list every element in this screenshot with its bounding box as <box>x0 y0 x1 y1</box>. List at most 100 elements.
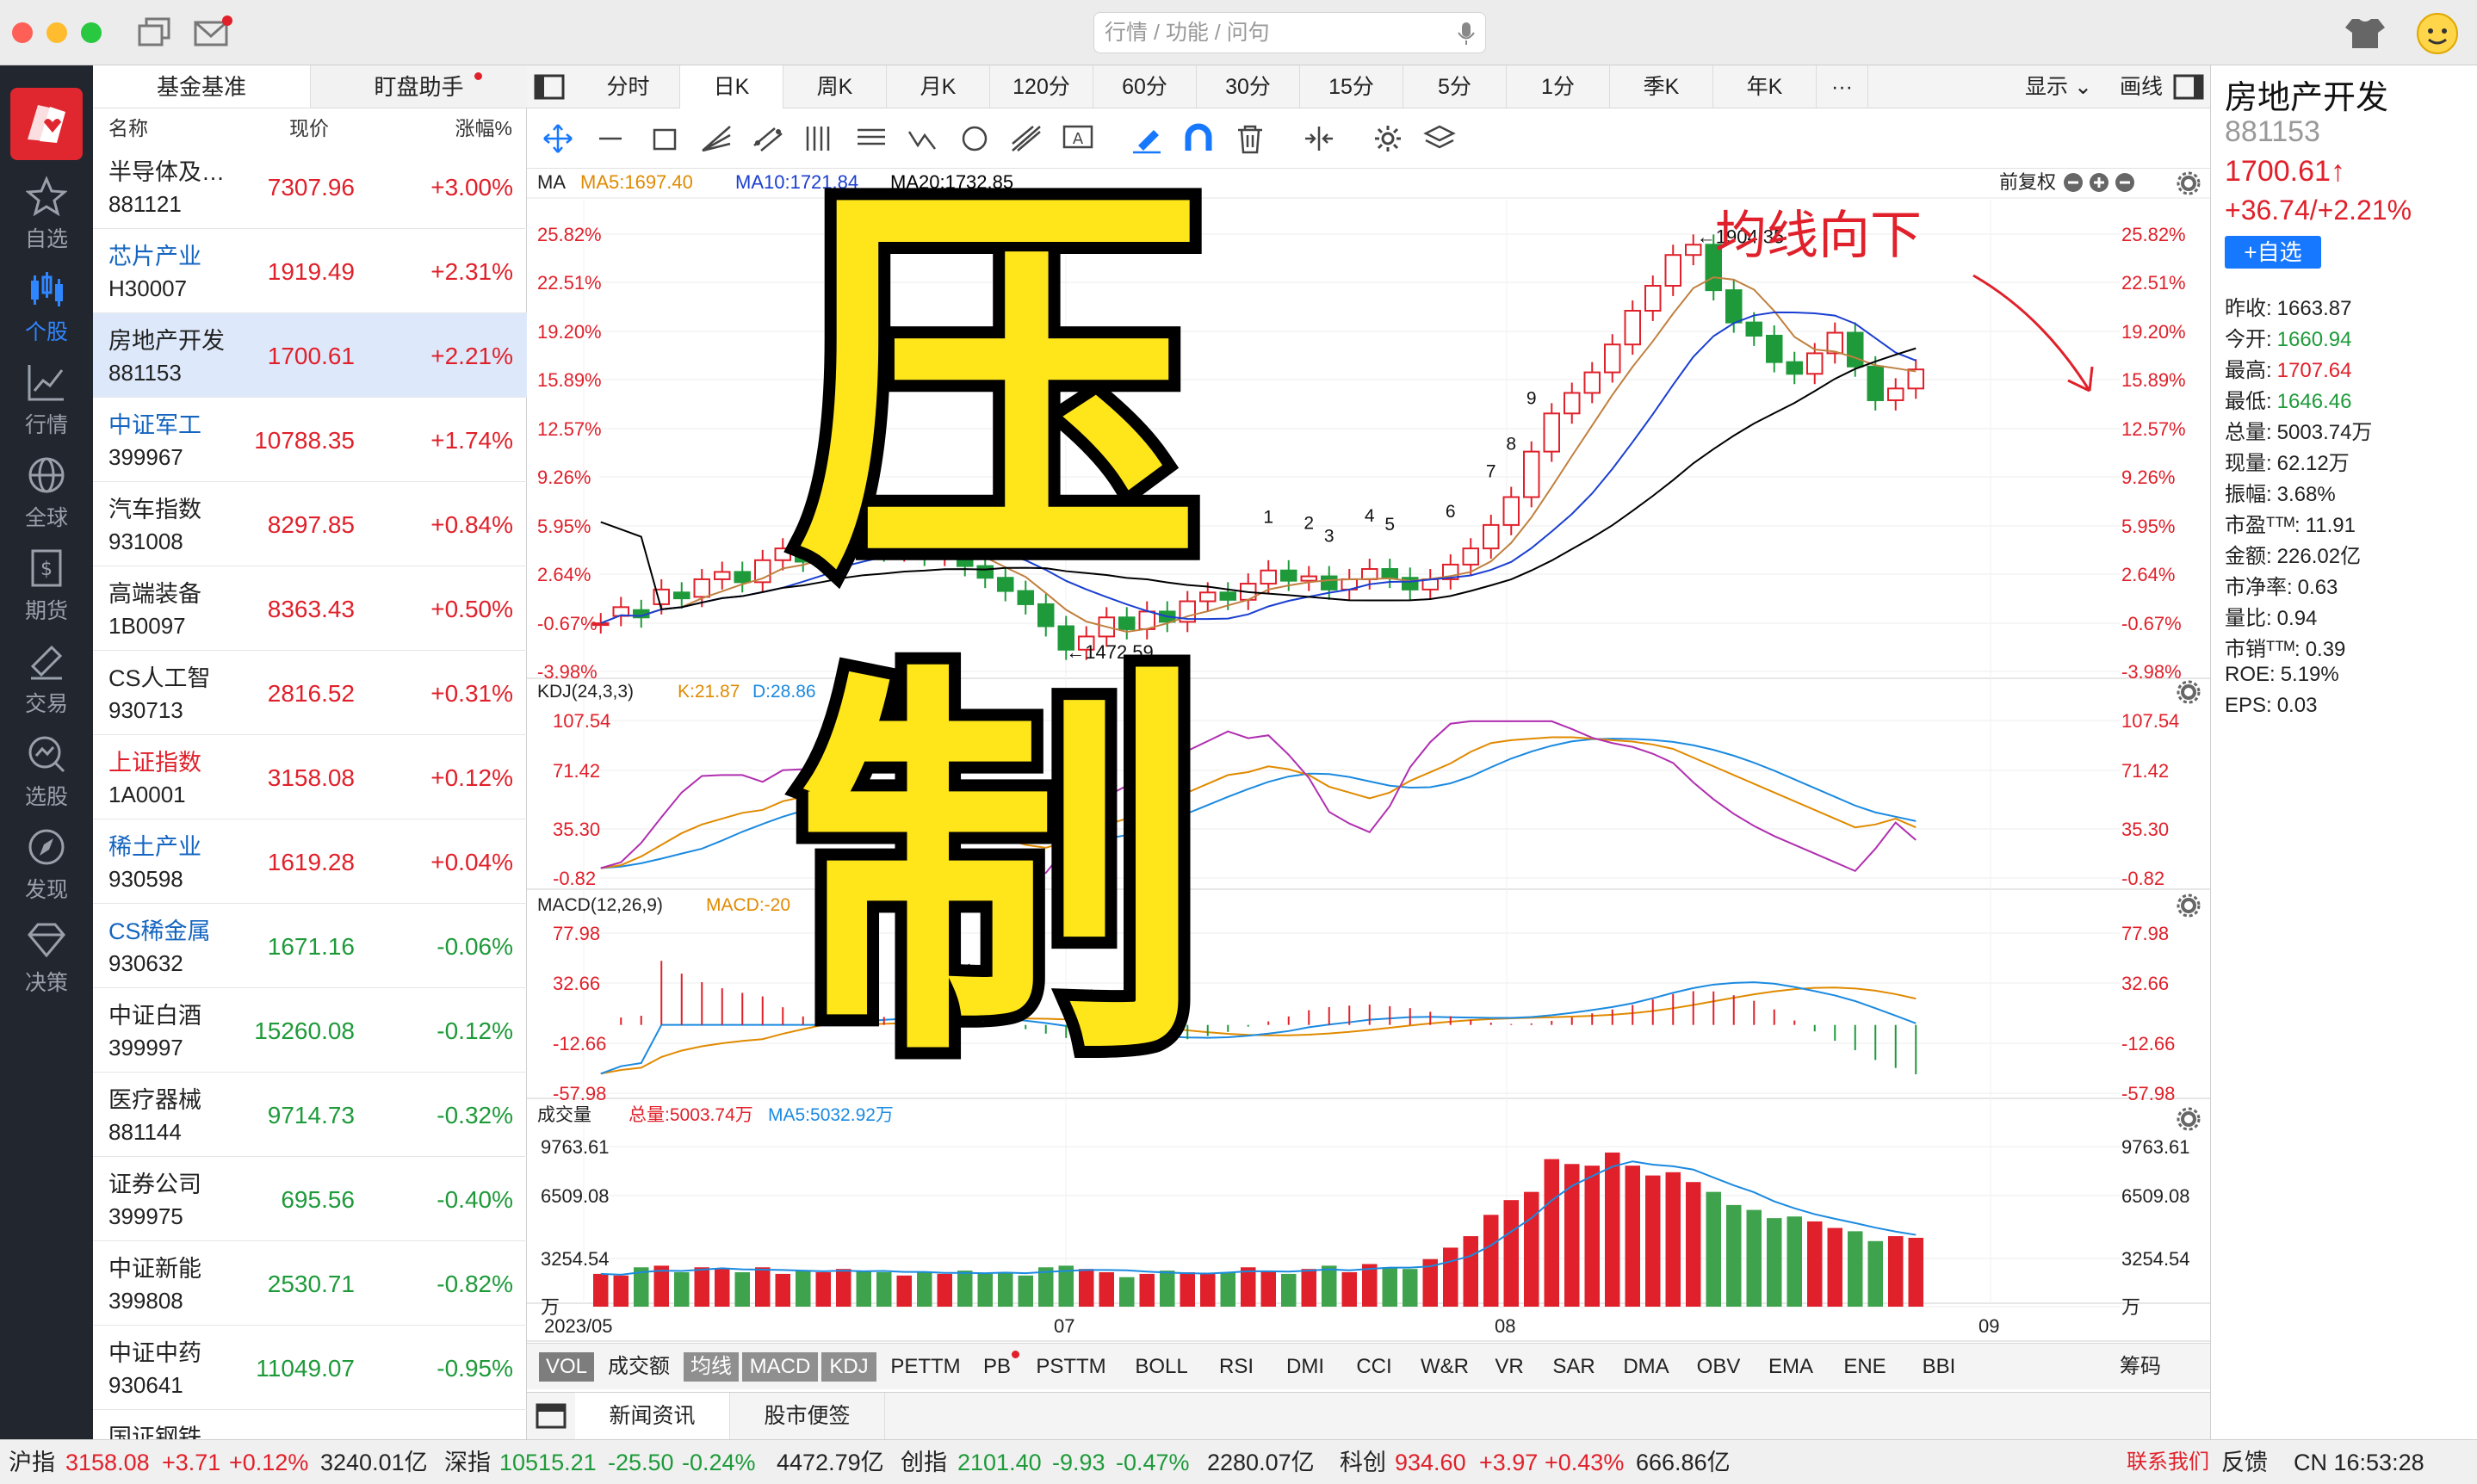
tab-news[interactable]: 新闻资讯 <box>575 1393 730 1439</box>
multi-window-icon[interactable] <box>138 17 172 48</box>
display-menu[interactable]: 显示 ⌄ <box>2025 65 2092 108</box>
bottom-panel-toggle-icon[interactable] <box>536 1403 567 1429</box>
period-tab[interactable]: ··· <box>1817 65 1868 108</box>
column-header-price[interactable]: 现价 <box>289 112 329 145</box>
draw-line-button[interactable]: 画线 <box>2120 65 2163 108</box>
mail-icon[interactable] <box>193 15 232 50</box>
indicator-tab[interactable]: DMI <box>1273 1352 1338 1382</box>
sh-index-label[interactable]: 沪指 <box>9 1440 55 1484</box>
indicator-tab[interactable]: 均线 <box>684 1352 739 1382</box>
sz-index-label[interactable]: 深指 <box>444 1440 491 1484</box>
minimize-window-button[interactable] <box>46 22 67 43</box>
watchlist-row[interactable]: 高端装备 1B0097 8363.43 +0.50% <box>93 566 527 651</box>
fan-tool-icon[interactable] <box>699 123 734 154</box>
period-tab[interactable]: 周K <box>783 65 887 108</box>
tab-notes[interactable]: 股市便签 <box>730 1393 885 1439</box>
period-tab[interactable]: 1分 <box>1507 65 1610 108</box>
skin-icon[interactable] <box>2344 15 2387 50</box>
circle-tool-icon[interactable] <box>957 123 992 154</box>
indicator-tab[interactable]: BBI <box>1904 1352 1973 1382</box>
microphone-icon[interactable] <box>1458 22 1475 46</box>
indicator-tab[interactable]: ENE <box>1829 1352 1901 1382</box>
tab-fund-benchmark[interactable]: 基金基准 <box>93 65 310 108</box>
watchlist-row[interactable]: 中证中药 930641 11049.07 -0.95% <box>93 1326 527 1410</box>
indicator-tab[interactable]: RSI <box>1204 1352 1269 1382</box>
column-header-name[interactable]: 名称 <box>108 112 148 145</box>
period-tab[interactable]: 60分 <box>1093 65 1197 108</box>
indicator-tab[interactable]: 成交额 <box>598 1352 680 1382</box>
watchlist-row[interactable]: CS稀金属 930632 1671.16 -0.06% <box>93 904 527 988</box>
cy-index-label[interactable]: 创指 <box>901 1440 947 1484</box>
period-tab[interactable]: 分时 <box>577 65 680 108</box>
indicator-tab[interactable]: OBV <box>1684 1352 1753 1382</box>
nav-global[interactable]: 全球 <box>0 454 93 532</box>
indicator-tab[interactable]: SAR <box>1539 1352 1608 1382</box>
move-icon[interactable] <box>541 123 575 154</box>
indicator-tab[interactable]: BOLL <box>1123 1352 1200 1382</box>
kc-index-label[interactable]: 科创 <box>1340 1440 1386 1484</box>
nav-decision[interactable]: 决策 <box>0 919 93 997</box>
period-tab[interactable]: 15分 <box>1300 65 1403 108</box>
nav-watchlist[interactable]: 自选 <box>0 176 93 253</box>
feedback-button[interactable]: 反馈 <box>2221 1440 2268 1484</box>
highlight-pen-icon[interactable] <box>1130 123 1164 154</box>
indicator-tab[interactable]: KDJ <box>821 1352 876 1382</box>
magnet-icon[interactable] <box>1181 123 1216 154</box>
watchlist-row[interactable]: 汽车指数 931008 8297.85 +0.84% <box>93 482 527 566</box>
tab-watch-assistant[interactable]: 盯盘助手 <box>310 65 527 108</box>
period-tab[interactable]: 月K <box>887 65 990 108</box>
indicator-tab[interactable]: CCI <box>1341 1352 1407 1382</box>
indicator-tab[interactable]: W&R <box>1410 1352 1479 1382</box>
zoom-in-icon[interactable] <box>2090 173 2109 192</box>
indicator-tab[interactable]: VR <box>1483 1352 1536 1382</box>
nav-market[interactable]: 行情 <box>0 362 93 439</box>
indicator-tab[interactable]: DMA <box>1612 1352 1681 1382</box>
indicator-tab[interactable]: VOL <box>539 1352 594 1382</box>
nav-stock-pick[interactable]: 选股 <box>0 733 93 811</box>
text-tool-icon[interactable]: A <box>1061 123 1095 154</box>
maximize-window-button[interactable] <box>81 22 102 43</box>
indicator-tab[interactable]: PSTTM <box>1023 1352 1119 1382</box>
watchlist-row[interactable]: 中证白酒 399997 15260.08 -0.12% <box>93 988 527 1073</box>
zoom-out-icon[interactable] <box>2064 173 2083 192</box>
watchlist-row[interactable]: 上证指数 1A0001 3158.08 +0.12% <box>93 735 527 819</box>
panel-settings-icon[interactable] <box>2177 1107 2201 1131</box>
close-panel-icon[interactable] <box>2115 173 2134 192</box>
close-window-button[interactable] <box>12 22 33 43</box>
right-panel-toggle-icon[interactable] <box>2173 74 2204 100</box>
period-tab[interactable]: 日K <box>680 65 783 108</box>
layers-icon[interactable] <box>1422 123 1457 154</box>
fib-tool-icon[interactable] <box>854 123 889 154</box>
watchlist-row[interactable]: 芯片产业 H30007 1919.49 +2.31% <box>93 229 527 313</box>
indicator-tab[interactable]: EMA <box>1756 1352 1825 1382</box>
watchlist-row[interactable]: CS人工智 930713 2816.52 +0.31% <box>93 651 527 735</box>
watchlist-row[interactable]: 证券公司 399975 695.56 -0.40% <box>93 1157 527 1241</box>
watchlist-row[interactable]: 中证新能 399808 2530.71 -0.82% <box>93 1241 527 1326</box>
nav-trade[interactable]: 交易 <box>0 640 93 718</box>
wave-tool-icon[interactable] <box>906 123 940 154</box>
panel-settings-icon[interactable] <box>2177 893 2201 918</box>
watchlist-row[interactable]: 中证军工 399967 10788.35 +1.74% <box>93 398 527 482</box>
indicator-tab[interactable]: MACD <box>742 1352 818 1382</box>
avatar[interactable] <box>2416 12 2459 55</box>
period-tab[interactable]: 5分 <box>1403 65 1507 108</box>
settings-gear-icon[interactable] <box>1371 123 1405 154</box>
rect-tool-icon[interactable] <box>647 123 682 154</box>
compress-icon[interactable] <box>1302 123 1336 154</box>
indicator-tab[interactable]: PB <box>975 1351 1019 1382</box>
contact-us-link[interactable]: 联系我们 <box>2127 1440 2209 1484</box>
chip-distribution-button[interactable]: 筹码 <box>2120 1352 2161 1382</box>
column-header-change[interactable]: 涨幅% <box>455 112 512 145</box>
nav-stock[interactable]: 个股 <box>0 269 93 346</box>
add-watchlist-button[interactable]: +自选 <box>2225 236 2321 269</box>
watchlist-row[interactable]: 半导体及… 881121 7307.96 +3.00% <box>93 145 527 229</box>
nav-discover[interactable]: 发现 <box>0 826 93 904</box>
nav-futures[interactable]: $ 期货 <box>0 547 93 625</box>
indicator-tab[interactable]: PETTM <box>880 1352 971 1382</box>
panel-toggle-icon[interactable] <box>534 74 565 100</box>
period-tab[interactable]: 季K <box>1610 65 1713 108</box>
line-tool-icon[interactable] <box>596 123 630 154</box>
period-line-icon[interactable] <box>802 123 837 154</box>
period-tab[interactable]: 年K <box>1713 65 1817 108</box>
channel-tool-icon[interactable] <box>751 123 785 154</box>
